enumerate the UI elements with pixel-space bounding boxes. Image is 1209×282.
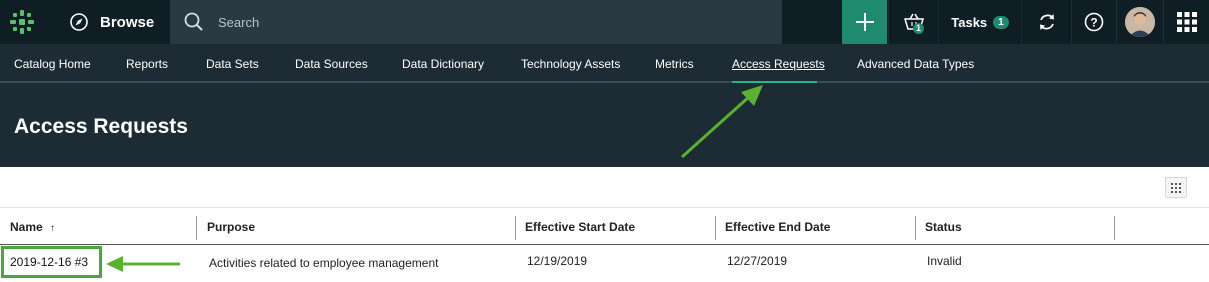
nav-data-dictionary[interactable]: Data Dictionary	[402, 44, 484, 83]
user-menu-button[interactable]	[1116, 0, 1163, 44]
svg-text:?: ?	[1090, 16, 1097, 30]
search-bar[interactable]	[170, 0, 782, 44]
browse-label: Browse	[100, 13, 155, 31]
column-header-end-date[interactable]: Effective End Date	[715, 208, 915, 245]
start-date-cell: 12/19/2019	[527, 254, 588, 268]
nav-catalog-home[interactable]: Catalog Home	[14, 44, 91, 83]
browse-button[interactable]: Browse	[52, 0, 170, 44]
sort-ascending-icon: ↑	[50, 223, 56, 234]
column-divider[interactable]	[1114, 216, 1115, 240]
column-header-status[interactable]: Status	[915, 208, 1115, 245]
refresh-icon	[1039, 14, 1054, 30]
top-bar: Browse 1 Tasks 1	[0, 0, 1209, 44]
basket-count-badge: 1	[913, 23, 925, 34]
request-name-link[interactable]: 2019-12-16 #3	[1, 246, 102, 278]
tasks-count-badge: 1	[993, 15, 1009, 29]
page-title: Access Requests	[14, 115, 188, 138]
table-header: Name ↑ Purpose Effective Start Date Effe…	[0, 207, 1209, 245]
apps-grid-icon	[1176, 12, 1197, 32]
create-button[interactable]	[842, 0, 887, 44]
page-header: Access Requests	[0, 83, 1209, 167]
tasks-button[interactable]: Tasks 1	[938, 0, 1021, 44]
column-settings-button[interactable]	[1165, 177, 1187, 198]
help-icon: ?	[1084, 12, 1104, 32]
nav-access-requests[interactable]: Access Requests	[732, 44, 825, 83]
nav-data-sources[interactable]: Data Sources	[295, 44, 368, 83]
app-logo-icon[interactable]	[0, 0, 44, 44]
search-input[interactable]	[218, 14, 718, 30]
plus-icon	[855, 13, 874, 31]
search-icon	[184, 12, 203, 31]
compass-icon	[70, 13, 88, 31]
avatar	[1125, 7, 1155, 37]
nav-technology-assets[interactable]: Technology Assets	[521, 44, 620, 83]
purpose-cell: Activities related to employee managemen…	[209, 256, 439, 270]
nav-reports[interactable]: Reports	[126, 44, 168, 83]
status-cell: Invalid	[927, 254, 962, 268]
nav-advanced-data-types[interactable]: Advanced Data Types	[857, 44, 974, 83]
basket-button[interactable]	[888, 0, 938, 44]
app-launcher-button[interactable]	[1163, 0, 1209, 44]
column-header-name-label: Name	[10, 220, 43, 234]
column-header-name[interactable]: Name ↑	[0, 208, 196, 245]
column-header-start-date[interactable]: Effective Start Date	[515, 208, 715, 245]
end-date-cell: 12/27/2019	[727, 254, 788, 268]
help-button[interactable]: ?	[1071, 0, 1116, 44]
table-row[interactable]: Activities related to employee managemen…	[0, 245, 1209, 281]
column-header-purpose[interactable]: Purpose	[197, 208, 515, 245]
grid-icon	[1171, 182, 1181, 193]
nav-metrics[interactable]: Metrics	[655, 44, 694, 83]
tasks-label: Tasks	[951, 14, 988, 30]
catalog-nav: Catalog Home Reports Data Sets Data Sour…	[0, 44, 1209, 83]
nav-data-sets[interactable]: Data Sets	[206, 44, 259, 83]
sync-button[interactable]	[1021, 0, 1071, 44]
